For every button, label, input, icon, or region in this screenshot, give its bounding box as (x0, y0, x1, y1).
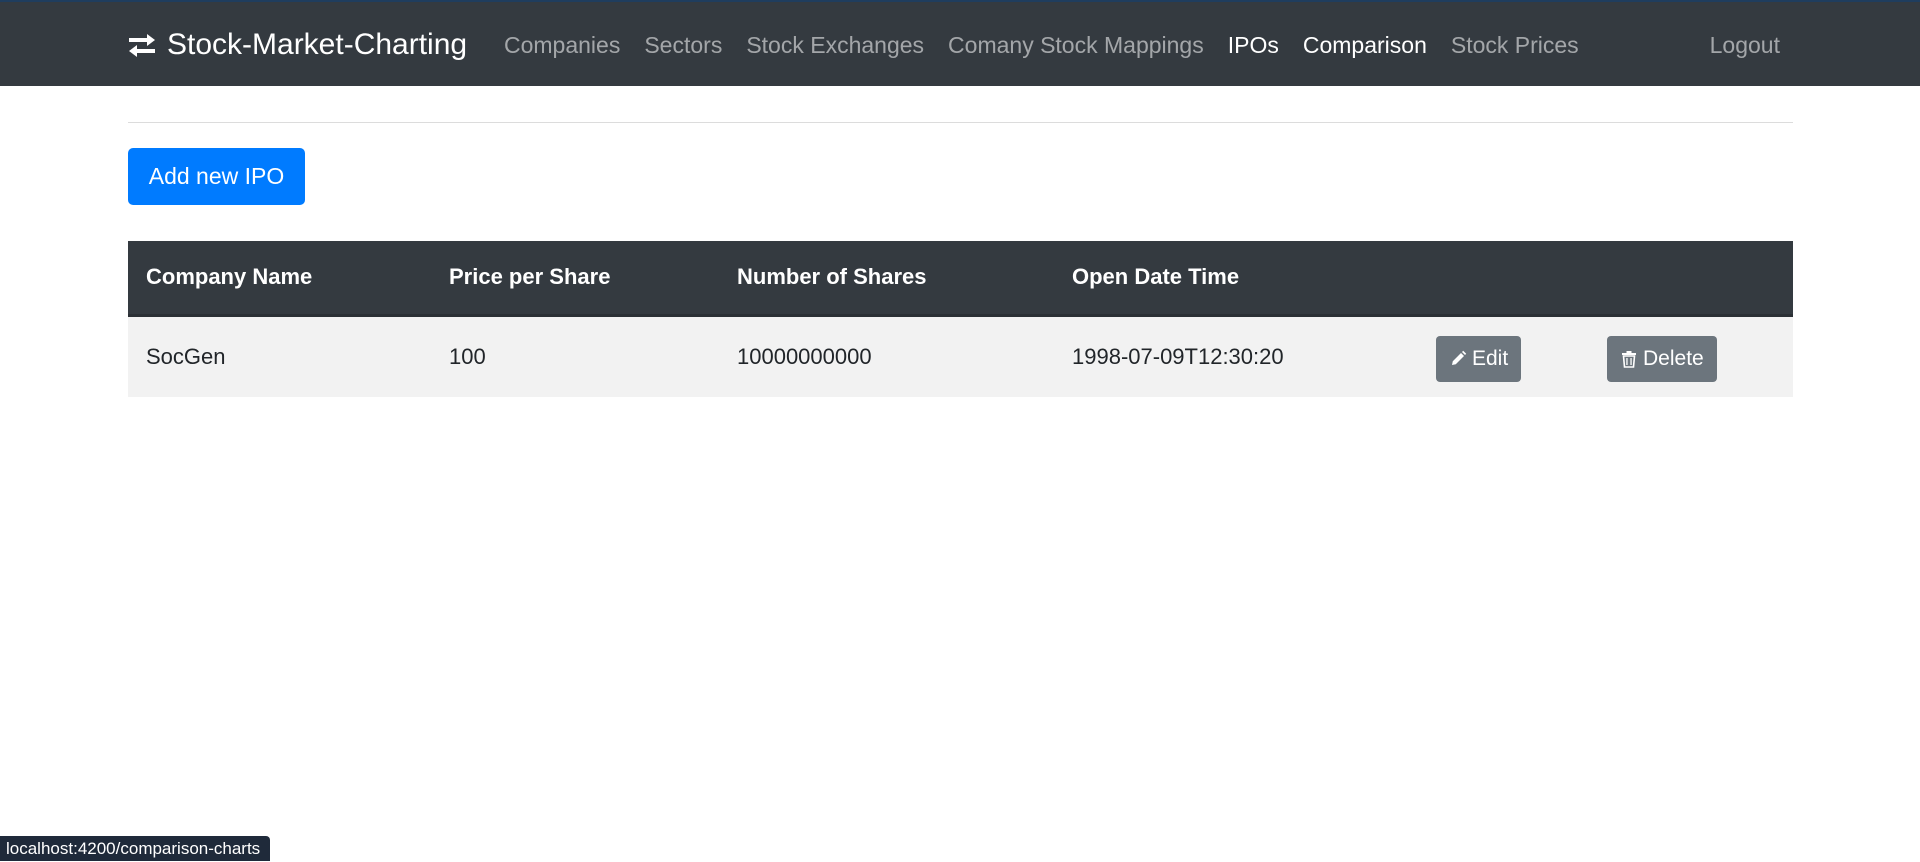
nav-links: Companies Sectors Stock Exchanges Comany… (504, 2, 1603, 88)
logout-link[interactable]: Logout (1710, 2, 1780, 88)
header-price-per-share: Price per Share (431, 241, 719, 317)
header-company-name: Company Name (128, 241, 431, 317)
ipo-table: Company Name Price per Share Number of S… (128, 241, 1793, 397)
nav-link-company-stock-mappings[interactable]: Comany Stock Mappings (948, 32, 1204, 59)
delete-button[interactable]: Delete (1607, 335, 1717, 382)
trash-icon (1620, 350, 1638, 368)
header-number-of-shares: Number of Shares (719, 241, 1054, 317)
top-navbar: Stock-Market-Charting Companies Sectors … (0, 0, 1920, 86)
cell-company-name: SocGen (146, 343, 226, 369)
add-ipo-button[interactable]: Add new IPO (128, 148, 305, 205)
nav-link-comparison[interactable]: Comparison (1303, 32, 1427, 59)
exchange-arrows-icon (127, 32, 157, 58)
table-row: SocGen 100 10000000000 1998-07-09T12:30:… (128, 315, 1793, 397)
header-open-date-time: Open Date Time (1054, 241, 1418, 317)
delete-label: Delete (1643, 346, 1704, 370)
header-edit-column (1418, 241, 1589, 317)
brand-label: Stock-Market-Charting (167, 28, 468, 61)
cell-number-of-shares: 10000000000 (737, 343, 872, 369)
pencil-icon (1449, 350, 1467, 368)
edit-button[interactable]: Edit (1436, 335, 1522, 382)
nav-link-stock-exchanges[interactable]: Stock Exchanges (746, 32, 924, 59)
brand-link[interactable]: Stock-Market-Charting (127, 2, 467, 88)
cell-delete: Delete (1589, 315, 1793, 397)
table-header: Company Name Price per Share Number of S… (128, 241, 1793, 317)
edit-label: Edit (1472, 346, 1509, 370)
content-divider (128, 122, 1793, 123)
nav-link-sectors[interactable]: Sectors (644, 32, 722, 59)
cell-edit: Edit (1418, 315, 1589, 397)
cell-open-date-time: 1998-07-09T12:30:20 (1072, 343, 1284, 369)
nav-link-companies[interactable]: Companies (504, 32, 620, 59)
cell-price-per-share: 100 (449, 343, 486, 369)
nav-link-stock-prices[interactable]: Stock Prices (1451, 32, 1579, 59)
header-delete-column (1589, 241, 1793, 317)
table-header-row: Company Name Price per Share Number of S… (128, 241, 1793, 317)
nav-link-ipos[interactable]: IPOs (1228, 32, 1279, 59)
status-bar-url: localhost:4200/comparison-charts (0, 836, 271, 861)
